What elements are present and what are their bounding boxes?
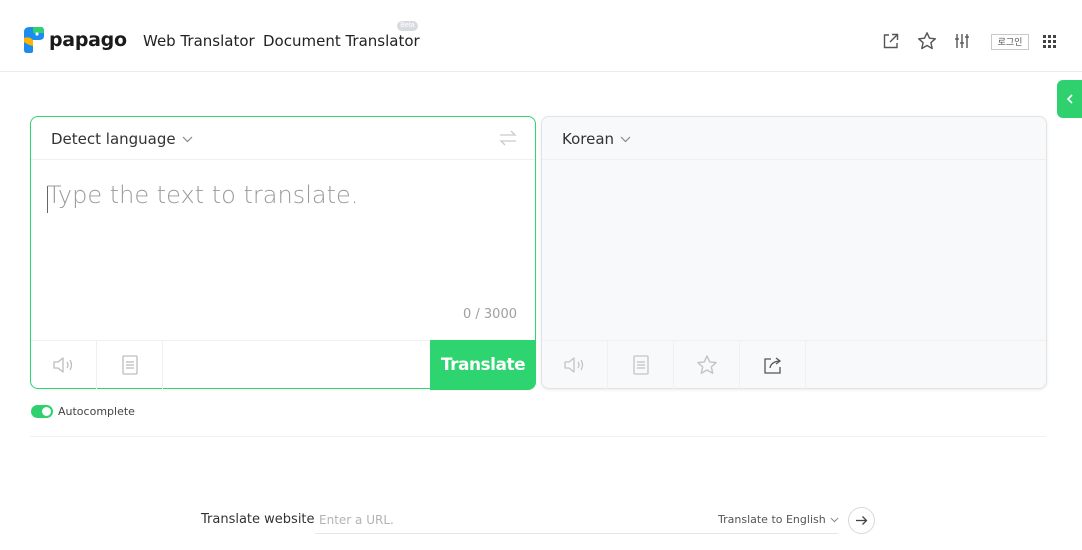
chevron-down-icon (182, 136, 193, 142)
speaker-icon (52, 357, 72, 373)
target-toolbar (542, 340, 1046, 389)
chevron-left-icon (1066, 94, 1073, 104)
website-target-language-label: Translate to English (718, 513, 826, 526)
go-button[interactable] (848, 507, 875, 534)
source-language-label: Detect language (51, 130, 176, 148)
chevron-down-icon (830, 517, 839, 522)
target-favorite-button[interactable] (674, 341, 740, 389)
translate-website-label: Translate website (201, 512, 315, 527)
character-counter: 0 / 3000 (463, 307, 517, 322)
source-language-select[interactable]: Detect language (51, 130, 193, 148)
toggle-switch[interactable] (31, 405, 53, 418)
target-language-label: Korean (562, 130, 615, 148)
logo-text: papago (49, 29, 127, 51)
divider (30, 436, 1046, 437)
source-notes-button[interactable] (97, 341, 163, 389)
apps-grid-icon[interactable] (1039, 31, 1059, 51)
star-icon (696, 355, 717, 374)
papago-logo[interactable]: papago (21, 26, 127, 54)
target-language-bar: Korean (542, 117, 1046, 160)
source-toolbar: Translate (31, 340, 536, 390)
source-speaker-button[interactable] (31, 341, 97, 389)
settings-sliders-icon[interactable] (952, 31, 972, 51)
nav-web-translator[interactable]: Web Translator (143, 32, 255, 50)
speaker-icon (563, 357, 583, 373)
source-panel: Detect language Type the text to transla… (30, 116, 536, 390)
autocomplete-label: Autocomplete (58, 405, 135, 418)
target-notes-button[interactable] (608, 341, 674, 389)
swap-languages-icon[interactable] (498, 129, 518, 152)
target-panel: Korean (541, 116, 1047, 389)
target-speaker-button[interactable] (542, 341, 608, 389)
arrow-right-icon (856, 516, 868, 525)
beta-badge: Beta (397, 21, 418, 31)
target-language-select[interactable]: Korean (562, 130, 631, 148)
share-icon (763, 357, 781, 374)
source-language-bar: Detect language (31, 117, 535, 160)
notes-icon (632, 355, 649, 375)
translate-button[interactable]: Translate (430, 340, 536, 390)
side-panel-toggle[interactable] (1057, 80, 1082, 118)
notes-icon (121, 355, 138, 375)
website-target-language-select[interactable]: Translate to English (718, 513, 839, 526)
nav-document-translator[interactable]: Document Translator (263, 32, 420, 50)
papago-parrot-logo-icon (24, 27, 44, 53)
login-button[interactable]: 로그인 (991, 34, 1029, 50)
source-text-input[interactable]: Type the text to translate. (47, 181, 358, 209)
chevron-down-icon (620, 136, 631, 142)
share-out-icon[interactable] (881, 31, 901, 51)
header: papago Web Translator Document Translato… (0, 0, 1082, 72)
autocomplete-toggle[interactable]: Autocomplete (31, 405, 135, 418)
target-share-button[interactable] (740, 341, 806, 389)
star-icon[interactable] (917, 31, 937, 51)
